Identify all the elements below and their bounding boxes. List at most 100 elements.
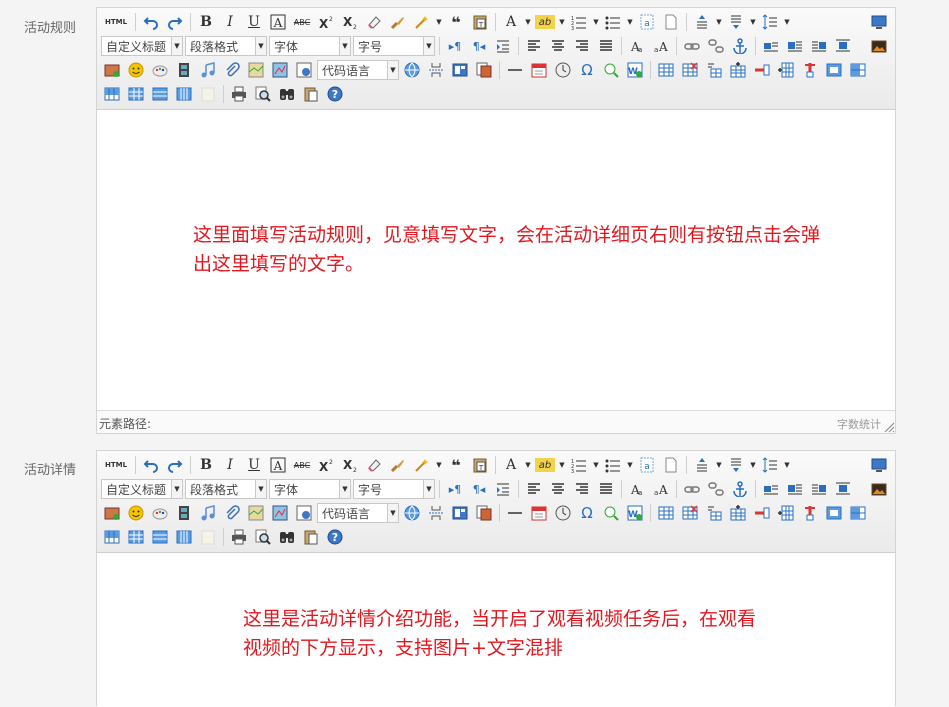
uppercase-icon[interactable]: Aa <box>627 36 647 56</box>
subscript-icon[interactable]: X2 <box>340 12 360 32</box>
link-icon[interactable] <box>682 479 702 499</box>
paste-plain-icon[interactable]: T <box>470 12 490 32</box>
delete-row-icon[interactable] <box>752 503 772 523</box>
delete-col-icon[interactable] <box>800 503 820 523</box>
highlight-color-button[interactable]: ab <box>535 15 555 29</box>
attachment-icon[interactable] <box>222 503 242 523</box>
chevron-down-icon[interactable]: ▼ <box>559 12 565 32</box>
uppercase-icon[interactable]: Aa <box>627 479 647 499</box>
format-painter-icon[interactable] <box>388 12 408 32</box>
paragraph-format-select[interactable]: 段落格式 ▼ <box>185 36 267 56</box>
indent-icon[interactable] <box>493 479 513 499</box>
select-all-icon[interactable]: a <box>637 455 657 475</box>
multi-image-icon[interactable] <box>102 60 122 80</box>
editor-content-area[interactable]: 这里是活动详情介绍功能，当开启了观看视频任务后，在观看 视频的下方显示，支持图片… <box>97 553 895 707</box>
font-border-icon[interactable]: A <box>268 455 288 475</box>
wordimage-icon[interactable] <box>601 503 621 523</box>
chevron-down-icon[interactable]: ▼ <box>627 12 633 32</box>
time-icon[interactable] <box>553 60 573 80</box>
undo-icon[interactable] <box>141 455 161 475</box>
line-height-icon[interactable] <box>760 455 780 475</box>
insert-col-icon[interactable] <box>776 503 796 523</box>
chart-icon[interactable] <box>198 84 218 104</box>
font-family-select[interactable]: 字体 ▼ <box>269 479 351 499</box>
rtl-direction-icon[interactable]: ¶◂ <box>469 479 489 499</box>
unlink-icon[interactable] <box>706 36 726 56</box>
chevron-down-icon[interactable]: ▼ <box>436 455 442 475</box>
font-color-button[interactable]: A <box>501 455 521 475</box>
print-preview-icon[interactable] <box>253 527 273 547</box>
horizontal-rule-icon[interactable] <box>505 503 525 523</box>
delete-row-icon[interactable] <box>752 60 772 80</box>
web-page-icon[interactable] <box>402 503 422 523</box>
scrawl-icon[interactable] <box>150 503 170 523</box>
merge-down-icon[interactable] <box>102 527 122 547</box>
map-icon[interactable] <box>246 60 266 80</box>
delete-table-icon[interactable] <box>680 503 700 523</box>
clear-doc-icon[interactable] <box>661 12 681 32</box>
line-height-icon[interactable] <box>760 12 780 32</box>
align-left-icon[interactable] <box>524 479 544 499</box>
insert-table-icon[interactable] <box>656 60 676 80</box>
link-icon[interactable] <box>682 36 702 56</box>
insert-row-icon[interactable] <box>728 60 748 80</box>
italic-button[interactable]: I <box>220 455 240 475</box>
image-icon[interactable] <box>869 36 889 56</box>
activity-details-editor[interactable]: HTML B I U A ABC X2 X2 ▼ ❝ T A ▼ ab ▼ 12… <box>96 450 896 707</box>
date-icon[interactable] <box>529 503 549 523</box>
underline-button[interactable]: U <box>244 455 264 475</box>
blockquote-button[interactable]: ❝ <box>446 12 466 32</box>
bold-button[interactable]: B <box>196 12 216 32</box>
attachment-icon[interactable] <box>222 60 242 80</box>
anchor-icon[interactable] <box>730 36 750 56</box>
search-replace-icon[interactable] <box>277 84 297 104</box>
font-family-select[interactable]: 字体 ▼ <box>269 36 351 56</box>
video-icon[interactable] <box>174 503 194 523</box>
bold-button[interactable]: B <box>196 455 216 475</box>
auto-format-icon[interactable] <box>412 455 432 475</box>
horizontal-rule-icon[interactable] <box>505 60 525 80</box>
scrawl-icon[interactable] <box>150 60 170 80</box>
delete-col-icon[interactable] <box>800 60 820 80</box>
special-char-button[interactable]: Ω <box>577 60 597 80</box>
row-spacing-bottom-icon[interactable] <box>726 12 746 32</box>
clear-doc-icon[interactable] <box>661 455 681 475</box>
delete-table-icon[interactable] <box>680 60 700 80</box>
print-preview-icon[interactable] <box>253 84 273 104</box>
chevron-down-icon[interactable]: ▼ <box>750 12 756 32</box>
lowercase-icon[interactable]: aA <box>651 479 671 499</box>
image-none-icon[interactable] <box>761 479 781 499</box>
superscript-icon[interactable]: X2 <box>316 455 336 475</box>
image-right-icon[interactable] <box>809 479 829 499</box>
insert-row-icon[interactable] <box>728 503 748 523</box>
highlight-color-button[interactable]: ab <box>535 458 555 472</box>
insert-frame-icon[interactable] <box>294 503 314 523</box>
align-left-icon[interactable] <box>524 36 544 56</box>
word-import-icon[interactable]: W <box>625 503 645 523</box>
align-justify-icon[interactable] <box>596 36 616 56</box>
special-char-button[interactable]: Ω <box>577 503 597 523</box>
help-icon[interactable]: ? <box>325 84 345 104</box>
chart-icon[interactable] <box>198 527 218 547</box>
image-left-icon[interactable] <box>785 479 805 499</box>
ltr-direction-icon[interactable]: ▸¶ <box>445 479 465 499</box>
split-to-rows-icon[interactable] <box>150 527 170 547</box>
image-icon[interactable] <box>869 479 889 499</box>
print-icon[interactable] <box>229 84 249 104</box>
chevron-down-icon[interactable]: ▼ <box>716 12 722 32</box>
custom-title-select[interactable]: 自定义标题 ▼ <box>101 479 183 499</box>
background-icon[interactable] <box>474 60 494 80</box>
help-icon[interactable]: ? <box>325 527 345 547</box>
custom-title-select[interactable]: 自定义标题 ▼ <box>101 36 183 56</box>
auto-format-icon[interactable] <box>412 12 432 32</box>
emotion-icon[interactable] <box>126 60 146 80</box>
preview-icon[interactable] <box>869 455 889 475</box>
paragraph-format-select[interactable]: 段落格式 ▼ <box>185 479 267 499</box>
date-icon[interactable] <box>529 60 549 80</box>
video-icon[interactable] <box>174 60 194 80</box>
blockquote-button[interactable]: ❝ <box>446 455 466 475</box>
unordered-list-icon[interactable] <box>603 12 623 32</box>
chevron-down-icon[interactable]: ▼ <box>784 455 790 475</box>
code-language-select[interactable]: 代码语言 ▼ <box>317 60 399 80</box>
image-center-icon[interactable] <box>833 36 853 56</box>
